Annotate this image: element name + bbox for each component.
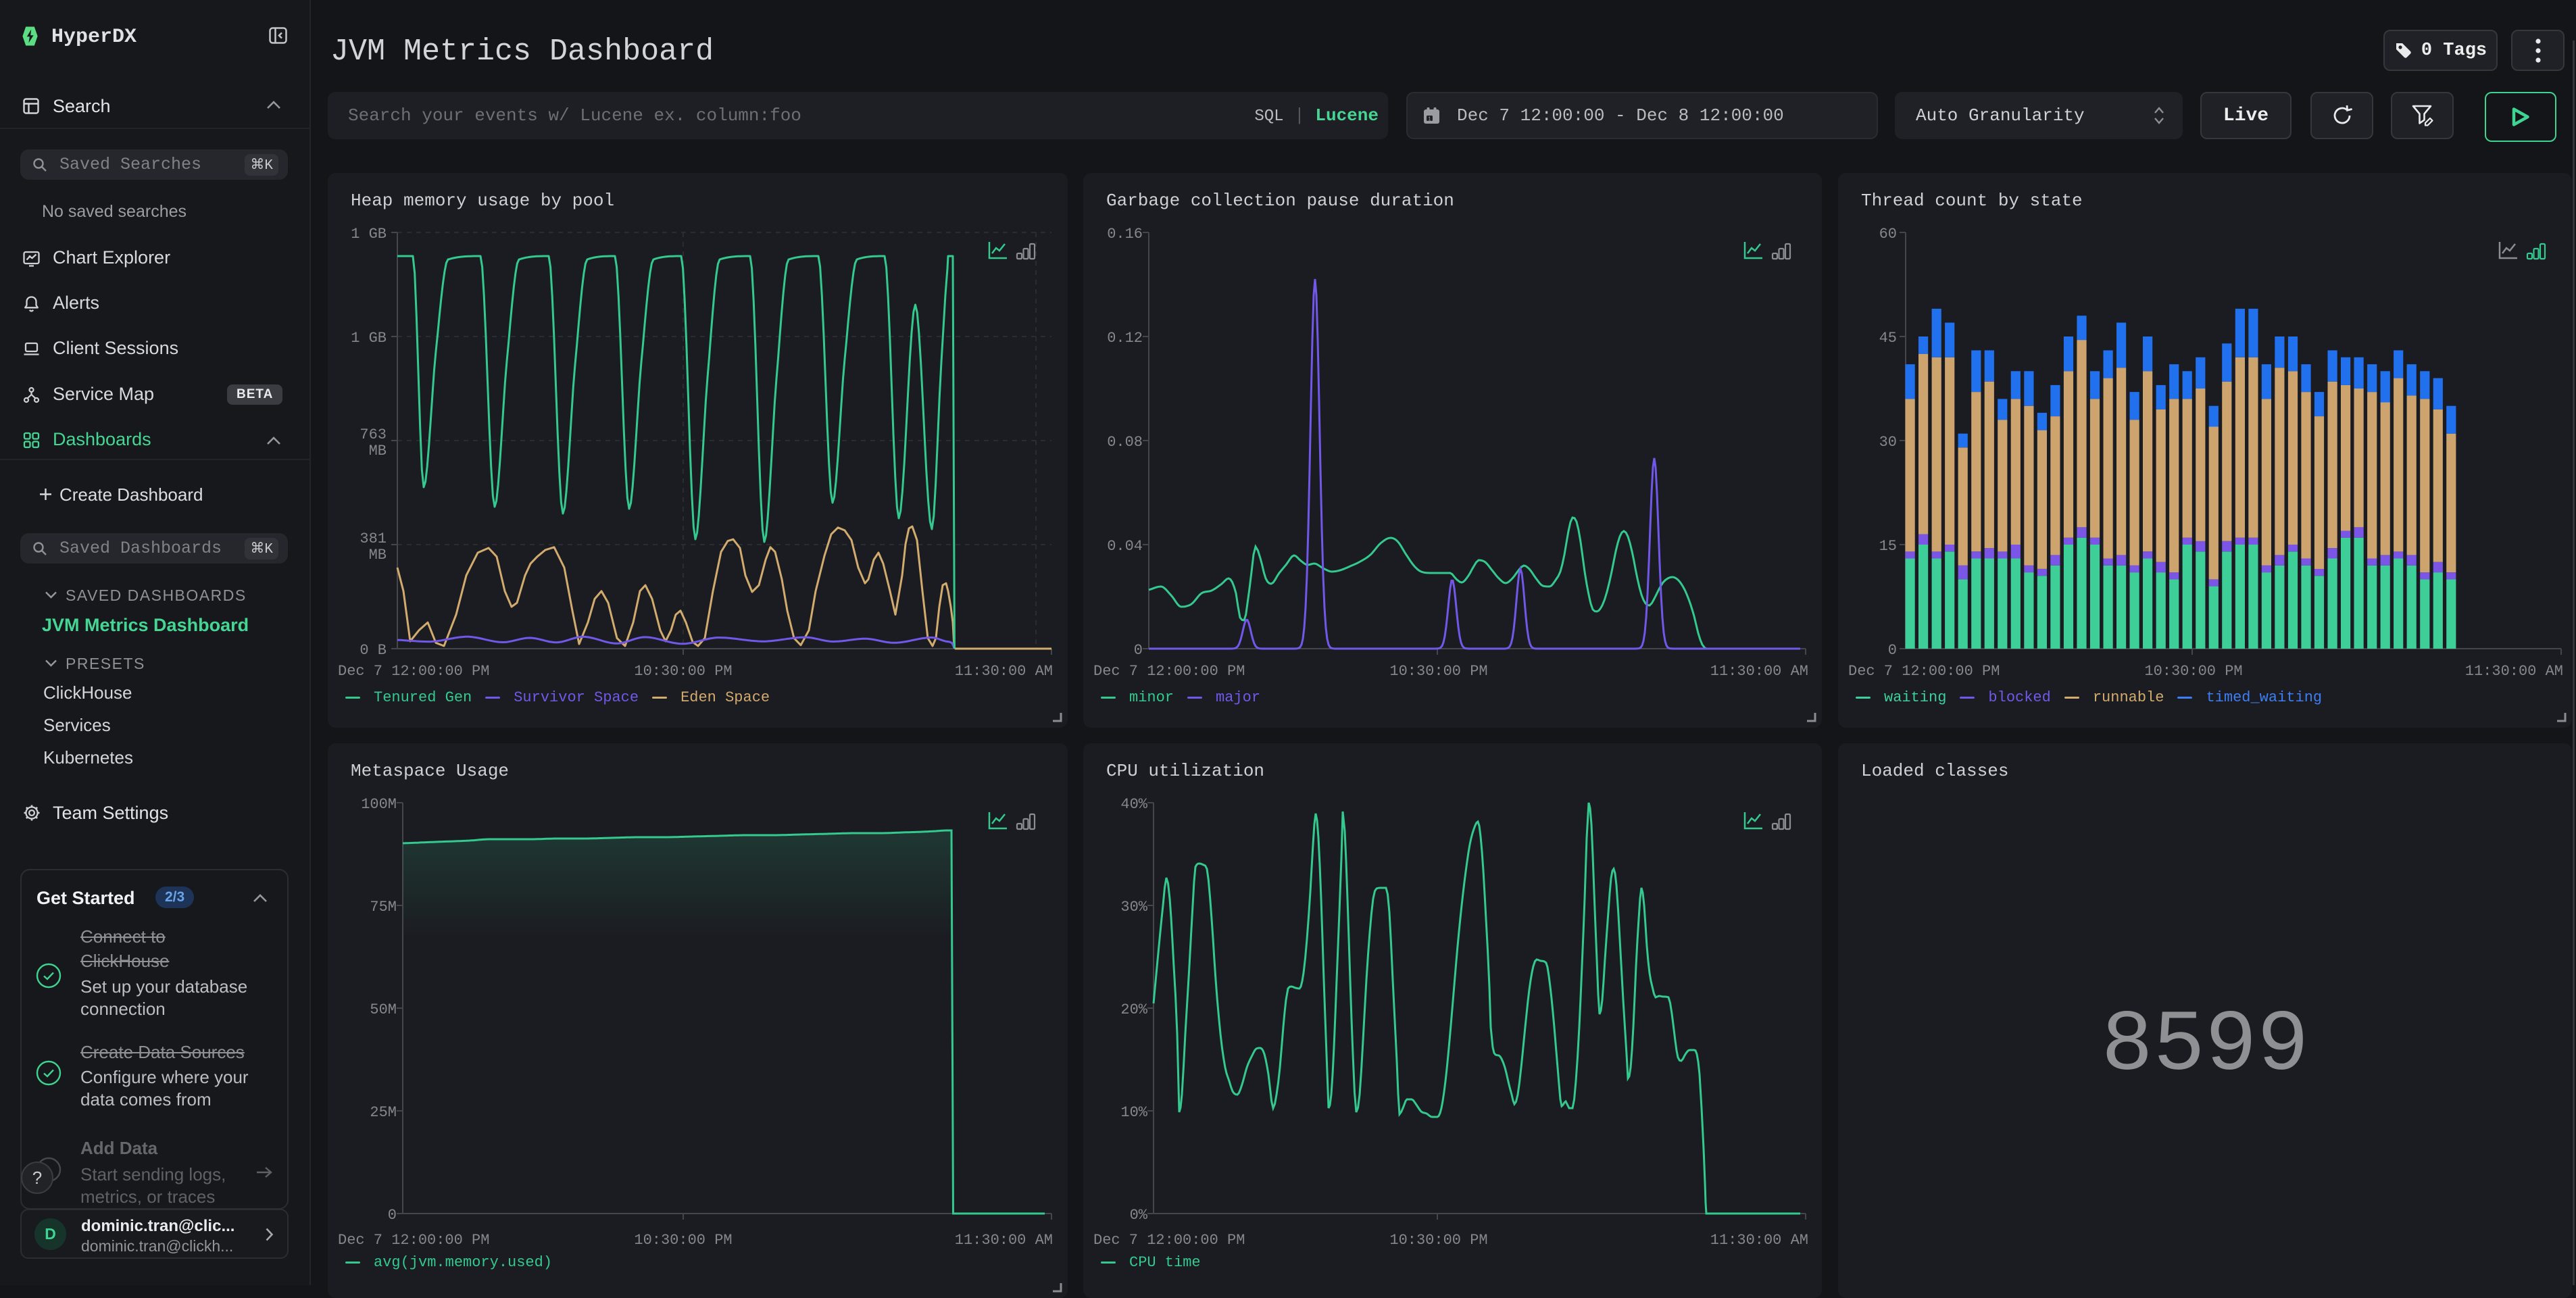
svg-text:10:30:00 PM: 10:30:00 PM (2144, 663, 2242, 680)
svg-text:50M: 50M (370, 1001, 397, 1018)
svg-text:60: 60 (1879, 226, 1897, 243)
svg-text:Dec 7 12:00:00 PM: Dec 7 12:00:00 PM (1093, 663, 1245, 680)
svg-text:0: 0 (1134, 642, 1143, 659)
svg-text:Dec 7 12:00:00 PM: Dec 7 12:00:00 PM (338, 1232, 489, 1249)
svg-text:11:30:00 AM: 11:30:00 AM (1710, 663, 1808, 680)
svg-text:11:30:00 AM: 11:30:00 AM (1710, 1232, 1808, 1249)
svg-text:Dec 7 12:00:00 PM: Dec 7 12:00:00 PM (1848, 663, 2000, 680)
svg-text:11:30:00 AM: 11:30:00 AM (2465, 663, 2563, 680)
svg-text:Dec 7 12:00:00 PM: Dec 7 12:00:00 PM (1093, 1232, 1245, 1249)
svg-text:381: 381 (360, 530, 387, 547)
svg-text:25M: 25M (370, 1104, 397, 1121)
svg-text:1 GB: 1 GB (351, 226, 387, 243)
svg-text:30%: 30% (1120, 899, 1147, 916)
svg-text:0.04: 0.04 (1107, 538, 1143, 555)
svg-text:1: 1 (1428, 116, 1431, 122)
svg-text:10:30:00 PM: 10:30:00 PM (1389, 1232, 1487, 1249)
svg-text:0%: 0% (1130, 1207, 1148, 1224)
svg-text:11:30:00 AM: 11:30:00 AM (955, 663, 1053, 680)
svg-text:10%: 10% (1120, 1104, 1147, 1121)
svg-text:MB: MB (369, 443, 387, 459)
svg-text:1 GB: 1 GB (351, 330, 387, 347)
svg-text:15: 15 (1879, 538, 1897, 555)
svg-text:75M: 75M (370, 899, 397, 916)
svg-text:763: 763 (360, 426, 387, 443)
svg-text:45: 45 (1879, 330, 1897, 347)
svg-text:0: 0 (1888, 642, 1897, 659)
svg-text:0.16: 0.16 (1107, 226, 1143, 243)
svg-text:40%: 40% (1120, 796, 1147, 813)
svg-text:Dec 7 12:00:00 PM: Dec 7 12:00:00 PM (338, 663, 489, 680)
svg-text:MB: MB (369, 547, 387, 564)
svg-text:8599: 8599 (2101, 997, 2308, 1095)
svg-text:0.08: 0.08 (1107, 434, 1143, 451)
svg-text:20%: 20% (1120, 1001, 1147, 1018)
svg-text:0: 0 (388, 1207, 397, 1224)
svg-text:30: 30 (1879, 434, 1897, 451)
svg-text:0 B: 0 B (360, 642, 387, 659)
svg-text:10:30:00 PM: 10:30:00 PM (634, 1232, 732, 1249)
svg-text:10:30:00 PM: 10:30:00 PM (1389, 663, 1487, 680)
svg-text:100M: 100M (361, 796, 397, 813)
svg-text:11:30:00 AM: 11:30:00 AM (955, 1232, 1053, 1249)
svg-text:0.12: 0.12 (1107, 330, 1143, 347)
svg-text:10:30:00 PM: 10:30:00 PM (634, 663, 732, 680)
